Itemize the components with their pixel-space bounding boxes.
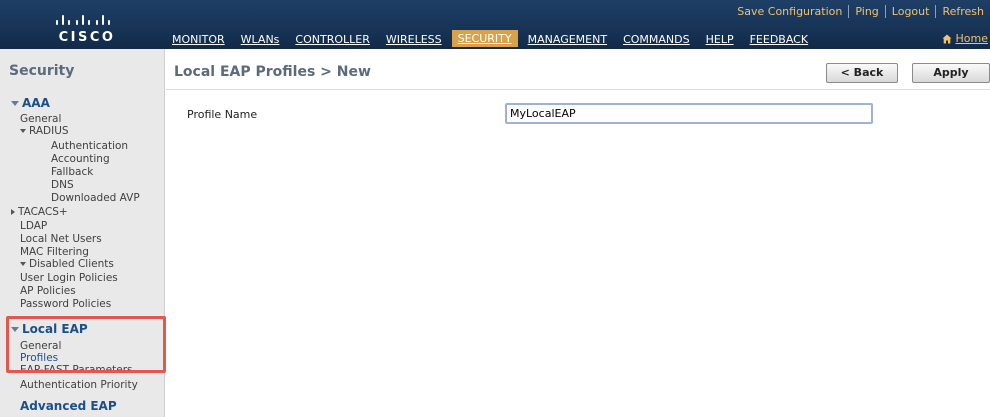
save-configuration-link[interactable]: Save Configuration xyxy=(731,5,848,18)
sidebar-item-disabled-clients[interactable]: Disabled Clients xyxy=(20,258,114,270)
top-links: Save Configuration Ping Logout Refresh xyxy=(731,3,990,19)
sidebar-section-aaa-label: AAA xyxy=(22,96,50,110)
profile-name-label: Profile Name xyxy=(187,108,258,121)
collapsed-arrow-icon xyxy=(11,209,15,215)
nav-controller-label: CONTROLLER xyxy=(295,33,370,46)
nav-wireless-label: WIRELESS xyxy=(385,33,442,46)
sidebar-item-disabled-clients-label: Disabled Clients xyxy=(29,258,114,270)
nav-commands[interactable]: COMMANDS xyxy=(617,32,696,47)
nav-monitor[interactable]: MONITOR xyxy=(166,32,231,47)
nav-security-label: SECURITY xyxy=(457,32,512,45)
sidebar-section-aaa[interactable]: AAA xyxy=(11,96,50,110)
logout-link[interactable]: Logout xyxy=(884,4,936,18)
expand-arrow-icon xyxy=(11,101,19,106)
sidebar-item-downloaded-avp[interactable]: Downloaded AVP xyxy=(51,192,140,204)
sidebar-item-radius[interactable]: RADIUS xyxy=(20,125,69,137)
nav-feedback[interactable]: FEEDBACK xyxy=(744,32,814,47)
back-button[interactable]: < Back xyxy=(826,63,898,83)
nav-commands-label: COMMANDS xyxy=(623,33,690,46)
nav-help[interactable]: HELP xyxy=(700,32,740,47)
nav-feedback-label: FEEDBACK xyxy=(749,33,809,46)
sidebar-item-tacacs-label: TACACS+ xyxy=(18,206,68,218)
sidebar-title: Security xyxy=(9,63,75,79)
nav-monitor-label: MONITOR xyxy=(172,33,225,46)
cisco-bars-icon xyxy=(52,9,112,25)
sidebar-item-authentication[interactable]: Authentication xyxy=(51,140,128,152)
sidebar-item-accounting[interactable]: Accounting xyxy=(51,153,110,165)
ping-link[interactable]: Ping xyxy=(848,4,884,18)
nav-controller[interactable]: CONTROLLER xyxy=(289,32,375,47)
sidebar-item-general[interactable]: General xyxy=(20,113,61,125)
nav-help-label: HELP xyxy=(705,33,734,46)
home-label: Home xyxy=(955,32,988,45)
expand-arrow-icon xyxy=(20,262,26,266)
nav-management-label: MANAGEMENT xyxy=(527,33,608,46)
house-icon xyxy=(942,34,952,43)
expand-arrow-icon xyxy=(20,129,26,133)
apply-button[interactable]: Apply xyxy=(912,63,990,83)
nav-wlans-label: WLANs xyxy=(240,33,280,46)
nav-management[interactable]: MANAGEMENT xyxy=(522,32,613,47)
sidebar-item-radius-label: RADIUS xyxy=(29,125,69,137)
page-title: Local EAP Profiles > New xyxy=(174,64,371,80)
top-header: CISCO Save Configuration Ping Logout Ref… xyxy=(0,0,990,49)
sidebar-item-fallback[interactable]: Fallback xyxy=(51,166,93,178)
profile-name-input[interactable] xyxy=(505,103,873,124)
refresh-link[interactable]: Refresh xyxy=(935,4,990,18)
title-divider xyxy=(166,89,990,90)
home-link[interactable]: Home xyxy=(942,32,988,45)
nav-wireless[interactable]: WIRELESS xyxy=(380,32,448,47)
sidebar-item-dns[interactable]: DNS xyxy=(51,179,74,191)
sidebar-item-local-net-users[interactable]: Local Net Users xyxy=(20,233,102,245)
sidebar-item-tacacs[interactable]: TACACS+ xyxy=(11,206,68,218)
sidebar-item-ap-policies[interactable]: AP Policies xyxy=(20,285,76,297)
highlight-annotation-box xyxy=(6,316,166,373)
sidebar-section-advanced-eap[interactable]: Advanced EAP xyxy=(20,399,117,413)
sidebar-item-user-login-policies[interactable]: User Login Policies xyxy=(20,272,118,284)
sidebar-item-ldap[interactable]: LDAP xyxy=(20,220,47,232)
cisco-logo: CISCO xyxy=(46,9,126,45)
main-nav: MONITOR WLANs CONTROLLER WIRELESS SECURI… xyxy=(166,30,818,47)
nav-security[interactable]: SECURITY xyxy=(451,30,518,47)
cisco-wordmark: CISCO xyxy=(58,30,116,45)
sidebar-item-mac-filtering[interactable]: MAC Filtering xyxy=(20,246,89,258)
sidebar-item-password-policies[interactable]: Password Policies xyxy=(20,298,111,310)
sidebar-item-authentication-priority[interactable]: Authentication Priority xyxy=(20,379,138,391)
nav-wlans[interactable]: WLANs xyxy=(235,32,286,47)
